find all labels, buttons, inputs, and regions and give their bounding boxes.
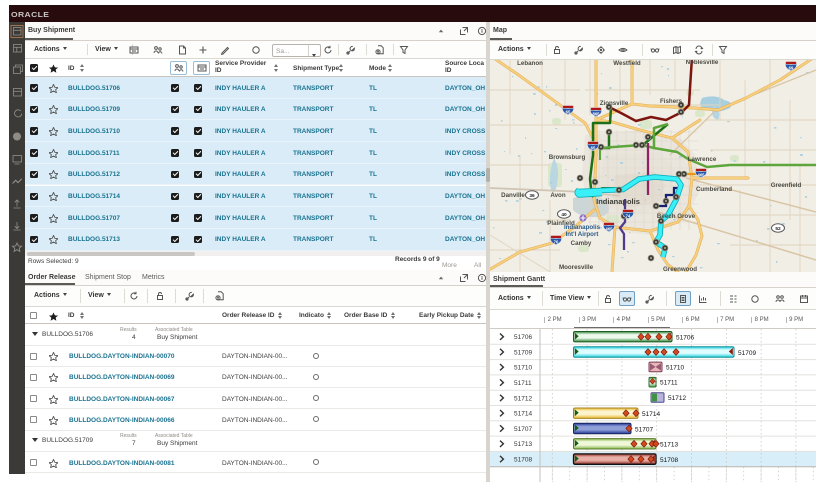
svg-text:465: 465 [606, 227, 614, 232]
svg-text:Fishers: Fishers [660, 98, 683, 105]
svg-text:51707: 51707 [635, 426, 653, 433]
svg-text:51711: 51711 [660, 380, 678, 387]
svg-text:Noblesville: Noblesville [686, 60, 719, 66]
svg-text:Zionsville: Zionsville [600, 100, 629, 107]
svg-text:865: 865 [593, 112, 601, 117]
svg-text:Int'l Airport: Int'l Airport [566, 231, 599, 238]
svg-text:65: 65 [566, 110, 571, 115]
svg-text:Lawrence: Lawrence [688, 156, 717, 163]
svg-text:Camby: Camby [571, 240, 592, 247]
svg-text:51709: 51709 [738, 350, 756, 357]
svg-text:465: 465 [698, 173, 706, 178]
svg-text:Indianapolis: Indianapolis [596, 197, 640, 206]
svg-text:51712: 51712 [514, 395, 532, 402]
svg-text:Greenfield: Greenfield [771, 182, 802, 189]
svg-text:Danville: Danville [501, 192, 525, 199]
svg-text:Avon: Avon [550, 192, 565, 199]
svg-text:51714: 51714 [514, 411, 532, 418]
svg-text:65: 65 [591, 146, 596, 151]
svg-text:51711: 51711 [514, 380, 532, 387]
svg-text:70: 70 [554, 240, 559, 245]
svg-text:51710: 51710 [514, 365, 532, 372]
svg-text:51708: 51708 [660, 457, 678, 464]
svg-text:52: 52 [775, 226, 781, 232]
svg-text:51708: 51708 [514, 457, 532, 464]
svg-text:51706: 51706 [676, 335, 694, 342]
svg-text:51714: 51714 [642, 411, 660, 418]
svg-text:Beech Grove: Beech Grove [657, 213, 696, 220]
svg-text:51706: 51706 [514, 334, 532, 341]
svg-text:51713: 51713 [660, 442, 678, 449]
svg-text:36: 36 [529, 193, 535, 199]
svg-text:40: 40 [561, 212, 567, 218]
svg-text:74: 74 [626, 214, 631, 219]
svg-text:51710: 51710 [666, 364, 684, 371]
svg-text:Westfield: Westfield [613, 60, 641, 67]
svg-text:Lebanon: Lebanon [517, 60, 543, 67]
svg-text:Brownsburg: Brownsburg [549, 154, 586, 161]
svg-text:69: 69 [789, 66, 794, 71]
svg-text:51712: 51712 [668, 395, 686, 402]
svg-text:Mooresville: Mooresville [559, 264, 594, 271]
svg-text:51709: 51709 [514, 349, 532, 356]
svg-text:51707: 51707 [514, 426, 532, 433]
svg-text:51713: 51713 [514, 441, 532, 448]
svg-text:Cumberland: Cumberland [696, 186, 732, 193]
svg-text:Indianapolis: Indianapolis [564, 224, 601, 231]
